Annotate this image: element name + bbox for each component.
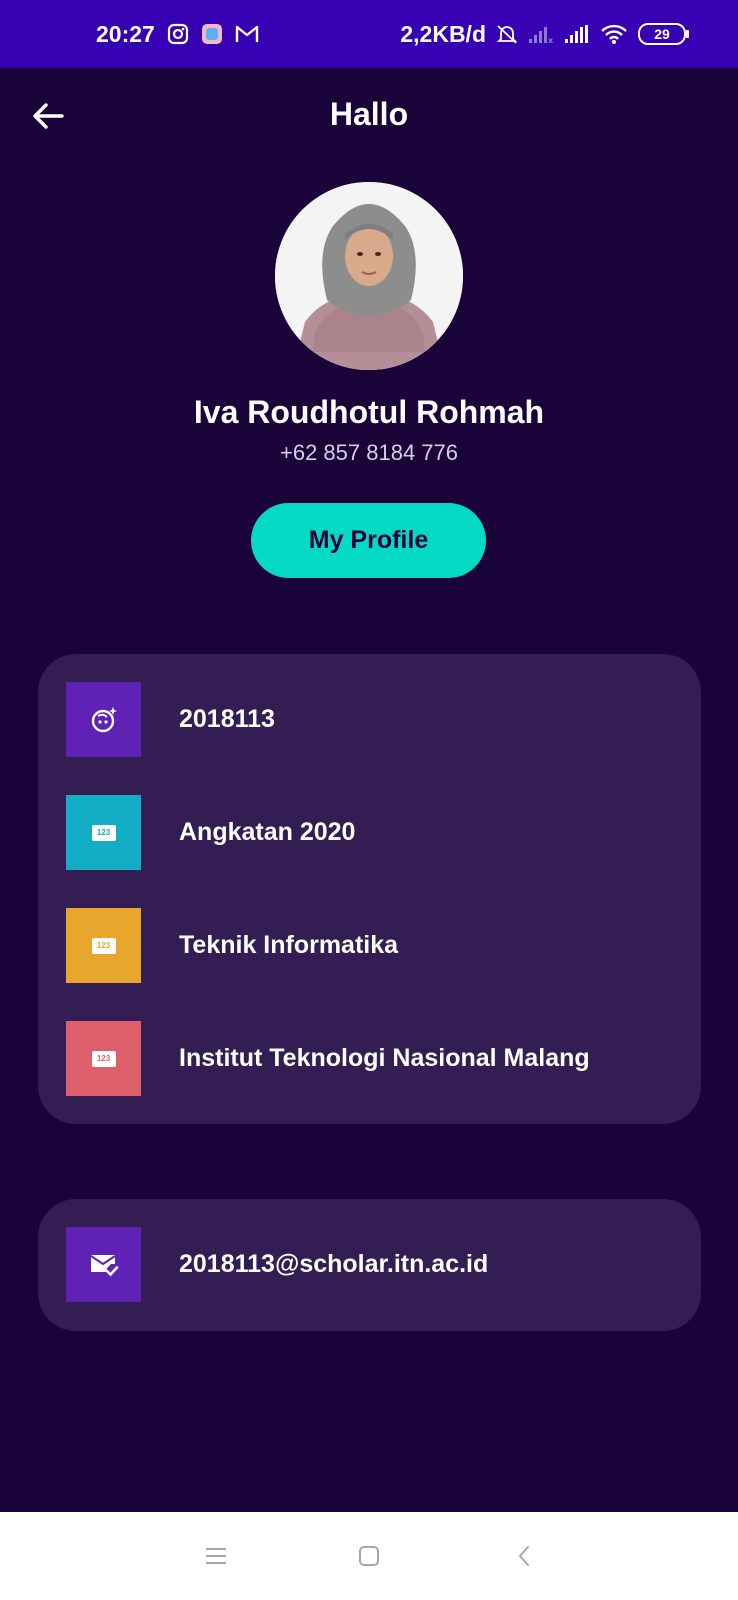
app-header: Hallo (0, 68, 738, 168)
status-time: 20:27 (96, 20, 155, 47)
system-nav-bar (0, 1512, 738, 1600)
list-item-student-id: 2018113 (66, 682, 275, 757)
status-bar: 20:27 2,2KB/d x 29 (0, 0, 738, 68)
cohort-label: Angkatan 2020 (179, 818, 356, 846)
home-square-icon[interactable] (351, 1538, 387, 1574)
page-title: Hallo (329, 96, 409, 132)
list-item-major: 123 Teknik Informatika (66, 908, 398, 983)
app-icon (201, 23, 223, 45)
signal-icon (564, 24, 590, 44)
profile-photo (275, 182, 463, 370)
avatar (275, 182, 463, 370)
back-chevron-icon[interactable] (506, 1538, 542, 1574)
battery-indicator: 29 (638, 23, 689, 45)
list-item-email: 2018113@scholar.itn.ac.id (66, 1227, 488, 1302)
gmail-icon (235, 24, 259, 44)
svg-text:x: x (548, 36, 554, 44)
signal-weak-icon: x (528, 24, 554, 44)
wifi-icon (600, 23, 628, 45)
student-id-label: 2018113 (179, 705, 275, 733)
info-card: 2018113 123 Angkatan 2020 123 Teknik Inf… (38, 654, 701, 1124)
list-item-institution: 123 Institut Teknologi Nasional Malang (66, 1021, 590, 1096)
user-phone: +62 857 8184 776 (279, 440, 458, 465)
user-name: Iva Roudhotul Rohmah (193, 394, 545, 430)
institution-label: Institut Teknologi Nasional Malang (179, 1044, 590, 1072)
my-profile-button[interactable]: My Profile (251, 503, 486, 578)
face-retouching-icon (66, 682, 141, 757)
list-item-cohort: 123 Angkatan 2020 (66, 795, 355, 870)
email-label: 2018113@scholar.itn.ac.id (179, 1250, 489, 1278)
numbers-123-icon: 123 (66, 908, 141, 983)
instagram-icon (167, 23, 189, 45)
numbers-123-icon: 123 (66, 1021, 141, 1096)
mark-email-read-icon (66, 1227, 141, 1302)
major-label: Teknik Informatika (179, 931, 399, 959)
menu-icon[interactable] (198, 1538, 234, 1574)
numbers-123-icon: 123 (66, 795, 141, 870)
network-speed: 2,2KB/d (400, 20, 486, 47)
bell-off-icon (496, 23, 518, 45)
email-card: 2018113@scholar.itn.ac.id (38, 1199, 701, 1331)
